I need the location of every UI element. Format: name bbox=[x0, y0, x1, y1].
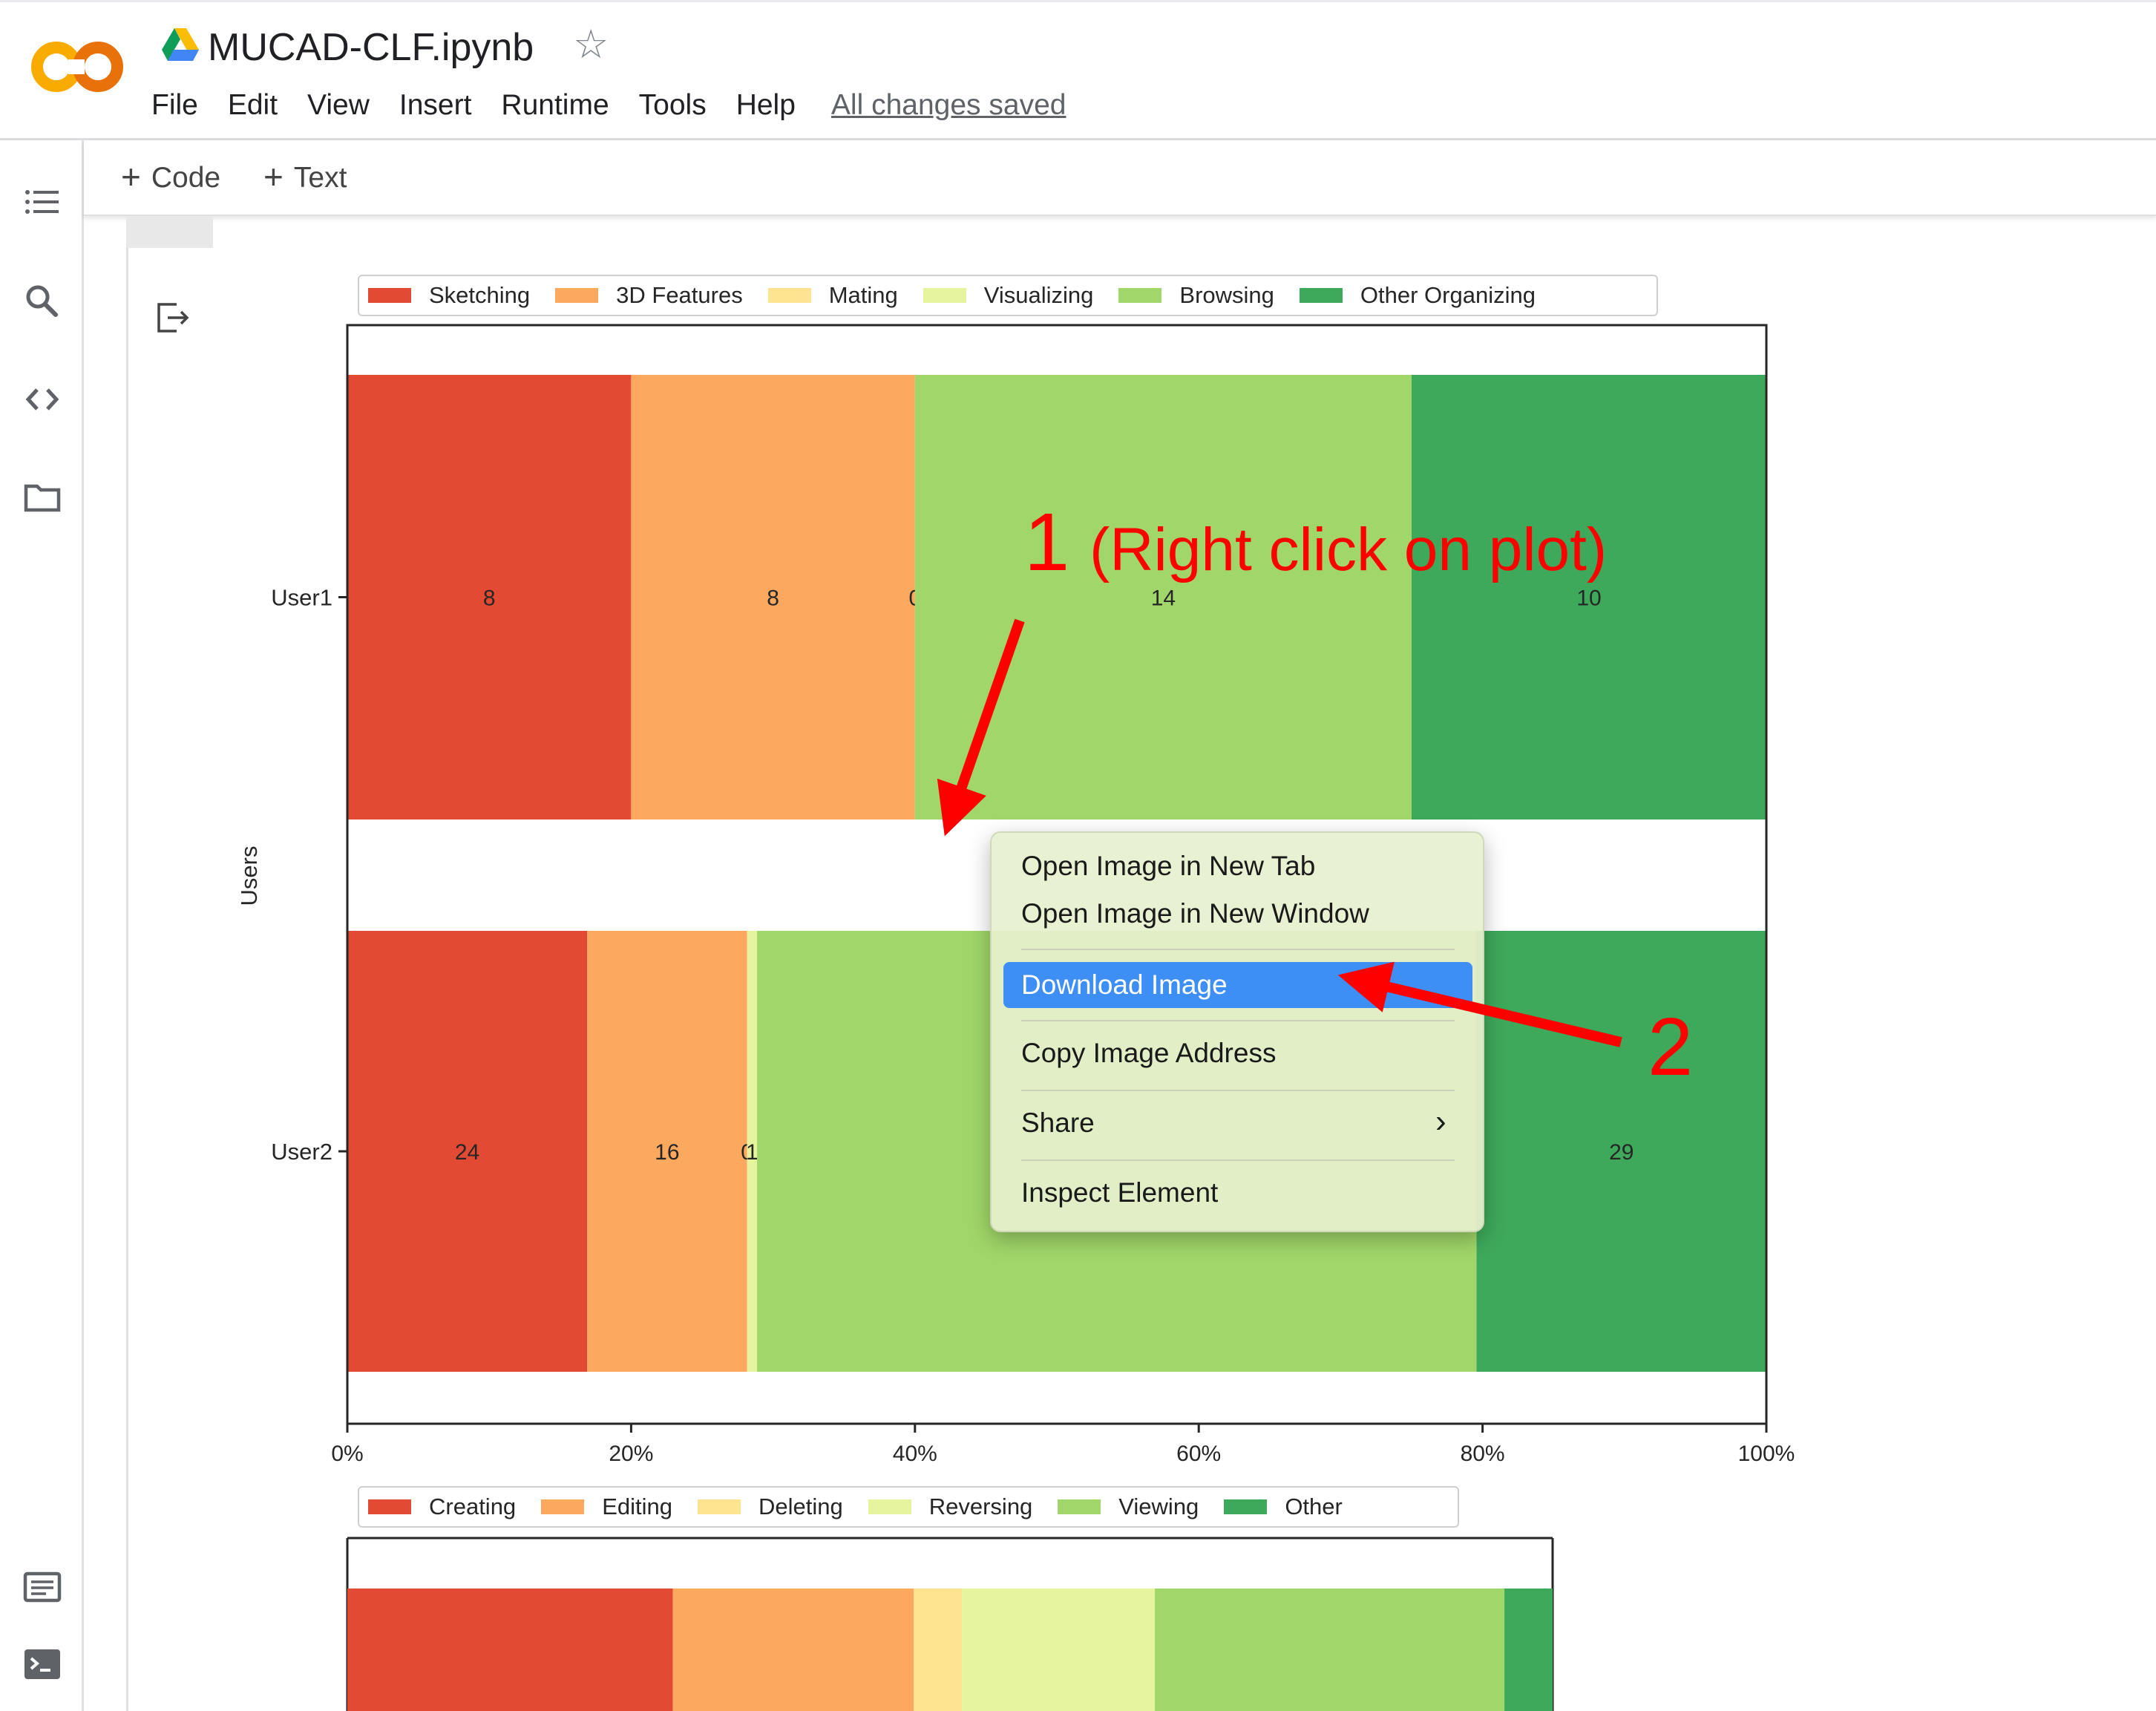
annotation-step2-number: 2 bbox=[1648, 1001, 1694, 1093]
annotation-arrow-2 bbox=[1337, 961, 1622, 1047]
annotation-arrow-1 bbox=[937, 618, 1025, 837]
annotation-step1-text: (Right click on plot) bbox=[1090, 516, 1608, 583]
annotation-arrows bbox=[937, 618, 1622, 1047]
annotation-step1-number: 1 bbox=[1024, 497, 1070, 588]
